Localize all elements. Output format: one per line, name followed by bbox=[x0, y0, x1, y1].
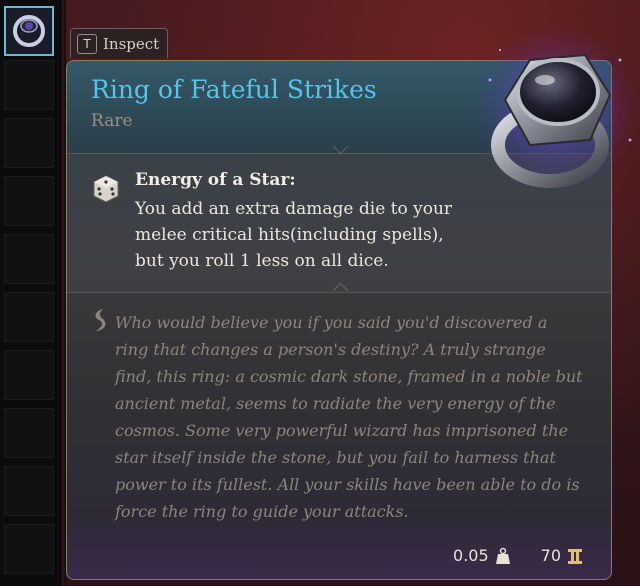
inventory-slot[interactable] bbox=[4, 60, 54, 110]
ring-icon bbox=[13, 15, 45, 47]
passive-name: Energy of a Star: bbox=[135, 170, 296, 190]
passive-description: You add an extra damage die to your mele… bbox=[135, 199, 453, 271]
inventory-slot[interactable] bbox=[4, 408, 54, 458]
inventory-slot[interactable] bbox=[4, 524, 54, 574]
gold-value: 70 bbox=[540, 546, 561, 565]
inspect-key: T bbox=[77, 33, 97, 54]
inventory-slot[interactable] bbox=[4, 118, 54, 168]
inventory-strip bbox=[0, 0, 63, 586]
weight-value: 0.05 bbox=[453, 546, 489, 565]
inspect-tab[interactable]: T Inspect bbox=[70, 28, 168, 58]
item-rarity: Rare bbox=[91, 111, 133, 131]
item-name: Ring of Fateful Strikes bbox=[91, 75, 377, 104]
inventory-slot[interactable] bbox=[4, 350, 54, 400]
gold-icon bbox=[568, 548, 582, 564]
ring-artwork bbox=[470, 25, 640, 195]
flavor-text: Who would believe you if you said you'd … bbox=[115, 313, 583, 521]
inventory-slot[interactable] bbox=[4, 234, 54, 284]
inventory-slot-ring[interactable] bbox=[4, 6, 54, 56]
inspect-label: Inspect bbox=[103, 34, 160, 53]
inventory-slot[interactable] bbox=[4, 466, 54, 516]
quill-icon bbox=[95, 309, 106, 331]
inventory-slot[interactable] bbox=[4, 176, 54, 226]
weight-icon bbox=[495, 547, 510, 564]
dice-icon bbox=[93, 175, 119, 203]
inventory-slot[interactable] bbox=[4, 292, 54, 342]
item-stats: 0.05 70 bbox=[453, 546, 583, 565]
